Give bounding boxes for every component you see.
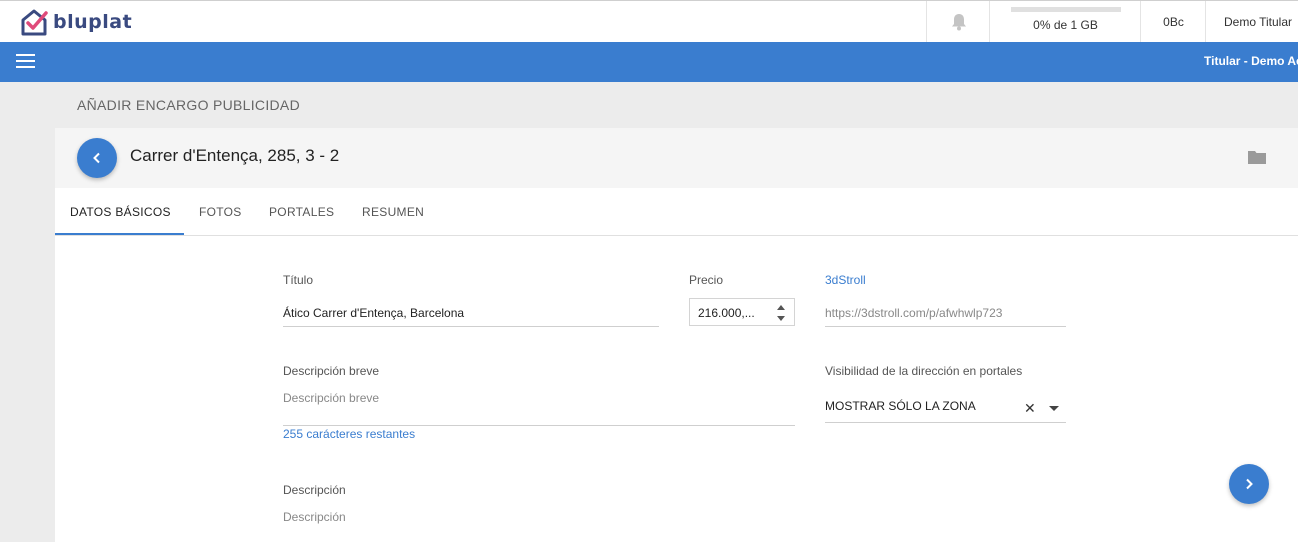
precio-input[interactable]: 216.000,...	[689, 298, 795, 326]
storage-indicator: 0% de 1 GB	[989, 1, 1141, 43]
descripcion-input[interactable]: Descripción	[283, 510, 346, 524]
bluplat-logo-icon	[21, 9, 48, 36]
tdstroll-underline	[825, 326, 1066, 327]
visibilidad-underline	[825, 422, 1066, 423]
desc-breve-underline	[283, 425, 795, 426]
desc-breve-remaining: 255 carácteres restantes	[283, 427, 416, 441]
number-spinner-icon[interactable]	[774, 302, 788, 324]
main-navbar: Titular - Demo Ac	[0, 42, 1298, 82]
tab-fotos[interactable]: FOTOS	[199, 205, 242, 219]
chevron-left-icon	[93, 152, 100, 164]
visibilidad-select[interactable]: MOSTRAR SÓLO LA ZONA	[825, 399, 976, 413]
dropdown-caret-icon[interactable]	[1049, 406, 1059, 411]
desc-breve-label: Descripción breve	[283, 364, 380, 378]
bc-counter[interactable]: 0Bc	[1140, 1, 1206, 43]
tab-portales[interactable]: PORTALES	[269, 205, 334, 219]
back-button[interactable]	[77, 138, 117, 178]
user-menu[interactable]: Demo Titular	[1205, 1, 1298, 43]
top-header: bluplat 0% de 1 GB 0Bc Demo Titular	[0, 0, 1298, 43]
desc-breve-input[interactable]: Descripción breve	[283, 391, 379, 405]
active-tab-indicator	[55, 233, 184, 235]
tab-datos-basicos[interactable]: DATOS BÁSICOS	[70, 205, 171, 219]
clear-selection-icon[interactable]: ✕	[1024, 400, 1036, 417]
tdstroll-input[interactable]: https://3dstroll.com/p/afwhwlp723	[825, 306, 1002, 320]
notifications-button[interactable]	[926, 1, 990, 43]
folder-icon[interactable]	[1248, 150, 1266, 164]
storage-text: 0% de 1 GB	[1033, 17, 1098, 32]
logo-text: bluplat	[53, 11, 133, 33]
storage-progress-bar	[1010, 6, 1121, 12]
property-address: Carrer d'Entença, 285, 3 - 2	[130, 146, 340, 165]
logo[interactable]: bluplat	[19, 7, 132, 37]
tab-bar: DATOS BÁSICOS FOTOS PORTALES RESUMEN	[55, 188, 1298, 236]
bell-icon	[951, 14, 966, 31]
tab-resumen[interactable]: RESUMEN	[362, 205, 424, 219]
tdstroll-label: 3dStroll	[825, 273, 866, 287]
hamburger-menu-icon[interactable]	[16, 54, 35, 69]
account-label[interactable]: Titular - Demo Ac	[1204, 54, 1298, 68]
chevron-right-icon	[1246, 478, 1253, 490]
descripcion-label: Descripción	[283, 483, 346, 497]
titulo-label: Título	[283, 273, 314, 287]
titulo-underline	[283, 326, 659, 327]
titulo-input[interactable]: Ático Carrer d'Entença, Barcelona	[283, 306, 464, 320]
card-header: Carrer d'Entença, 285, 3 - 2	[55, 128, 1298, 188]
next-button[interactable]	[1229, 464, 1269, 504]
property-card: Carrer d'Entença, 285, 3 - 2 DATOS BÁSIC…	[55, 128, 1298, 542]
precio-value: 216.000,...	[698, 306, 755, 320]
page-title: AÑADIR ENCARGO PUBLICIDAD	[77, 97, 300, 113]
visibilidad-label: Visibilidad de la dirección en portales	[825, 364, 1023, 378]
precio-label: Precio	[689, 273, 724, 287]
